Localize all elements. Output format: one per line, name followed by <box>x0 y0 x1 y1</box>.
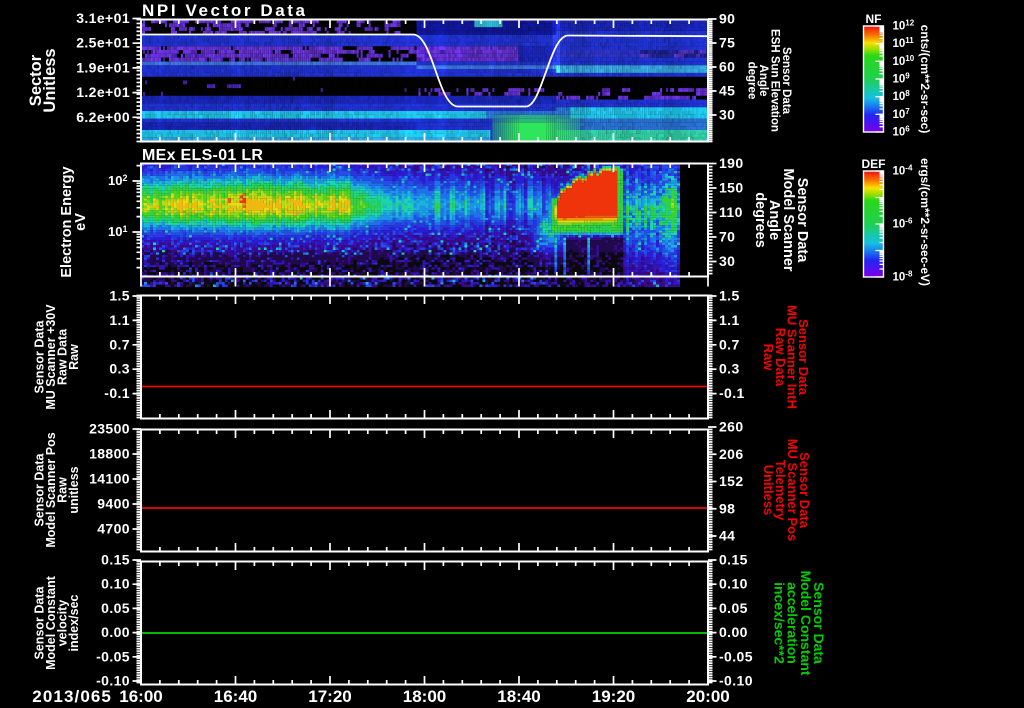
svg-text:190: 190 <box>719 155 744 171</box>
svg-text:degree: degree <box>746 62 758 100</box>
svg-text:44: 44 <box>719 528 735 544</box>
svg-text:0.05: 0.05 <box>719 600 748 616</box>
svg-text:18:00: 18:00 <box>403 687 446 706</box>
svg-text:98: 98 <box>719 500 735 516</box>
svg-text:Unitless: Unitless <box>761 465 776 516</box>
svg-text:index/sec: index/sec <box>67 594 81 651</box>
svg-text:NF: NF <box>866 12 882 26</box>
svg-text:4700: 4700 <box>97 521 130 537</box>
svg-text:0.10: 0.10 <box>101 576 130 592</box>
svg-text:16:00: 16:00 <box>119 687 162 706</box>
svg-text:0.15: 0.15 <box>101 552 130 568</box>
svg-text:2.5e+01: 2.5e+01 <box>76 35 130 51</box>
svg-text:1.5: 1.5 <box>719 288 740 304</box>
svg-text:60: 60 <box>719 59 735 75</box>
svg-text:cnts/(cm**2-sr-sec): cnts/(cm**2-sr-sec) <box>918 25 932 134</box>
svg-text:260: 260 <box>719 419 744 435</box>
svg-text:unitless: unitless <box>67 466 81 513</box>
svg-text:Raw: Raw <box>761 344 776 372</box>
svg-text:-0.05: -0.05 <box>719 648 753 664</box>
svg-text:DEF: DEF <box>862 157 886 171</box>
svg-text:152: 152 <box>719 473 744 489</box>
svg-text:30: 30 <box>719 107 735 123</box>
svg-text:degrees: degrees <box>752 192 768 248</box>
svg-text:1.1: 1.1 <box>109 312 130 328</box>
svg-text:ESH Sun Elevation: ESH Sun Elevation <box>769 29 781 132</box>
svg-text:17:20: 17:20 <box>308 687 351 706</box>
svg-text:20:00: 20:00 <box>686 687 729 706</box>
svg-text:incex/sec**2: incex/sec**2 <box>771 582 787 664</box>
svg-text:150: 150 <box>719 180 744 196</box>
svg-text:0.00: 0.00 <box>719 624 748 640</box>
svg-text:9400: 9400 <box>97 496 130 512</box>
svg-text:2013/065: 2013/065 <box>32 687 112 706</box>
svg-text:MEx ELS-01 LR: MEx ELS-01 LR <box>142 147 263 164</box>
svg-text:110: 110 <box>719 204 743 220</box>
svg-text:45: 45 <box>719 83 735 99</box>
svg-text:0.00: 0.00 <box>101 624 130 640</box>
svg-text:19:20: 19:20 <box>592 687 635 706</box>
svg-text:70: 70 <box>719 229 735 245</box>
svg-text:0.7: 0.7 <box>719 336 740 352</box>
svg-text:eV: eV <box>73 213 89 231</box>
svg-text:1.1: 1.1 <box>719 312 740 328</box>
svg-text:16:40: 16:40 <box>214 687 257 706</box>
svg-text:23500: 23500 <box>89 421 130 437</box>
svg-text:0.3: 0.3 <box>109 361 130 377</box>
svg-text:-0.1: -0.1 <box>719 385 745 401</box>
svg-text:Angle: Angle <box>757 65 769 97</box>
svg-text:6.2e+00: 6.2e+00 <box>76 109 130 125</box>
svg-text:18:40: 18:40 <box>497 687 540 706</box>
svg-text:0.15: 0.15 <box>719 552 748 568</box>
svg-text:ergs/(cm**2-sr-sec-eV): ergs/(cm**2-sr-sec-eV) <box>918 158 932 286</box>
svg-text:30: 30 <box>719 253 735 269</box>
svg-text:0.7: 0.7 <box>109 336 130 352</box>
svg-text:206: 206 <box>719 446 744 462</box>
svg-text:3.1e+01: 3.1e+01 <box>76 10 130 26</box>
svg-text:-0.1: -0.1 <box>104 385 130 401</box>
svg-text:90: 90 <box>719 11 735 27</box>
svg-text:NPI Vector Data: NPI Vector Data <box>142 1 308 20</box>
svg-text:0.3: 0.3 <box>719 361 740 377</box>
svg-text:1.9e+01: 1.9e+01 <box>76 59 130 75</box>
svg-text:0.10: 0.10 <box>719 576 748 592</box>
svg-text:-0.05: -0.05 <box>96 648 130 664</box>
svg-text:1.2e+01: 1.2e+01 <box>76 84 130 100</box>
svg-text:75: 75 <box>719 35 735 51</box>
svg-text:14100: 14100 <box>89 471 130 487</box>
svg-text:Raw: Raw <box>67 344 81 370</box>
svg-text:Unitless: Unitless <box>41 48 59 112</box>
svg-text:0.05: 0.05 <box>101 600 130 616</box>
svg-text:1.5: 1.5 <box>109 288 130 304</box>
svg-text:18800: 18800 <box>89 446 130 462</box>
svg-text:Sensor Data: Sensor Data <box>780 47 792 115</box>
